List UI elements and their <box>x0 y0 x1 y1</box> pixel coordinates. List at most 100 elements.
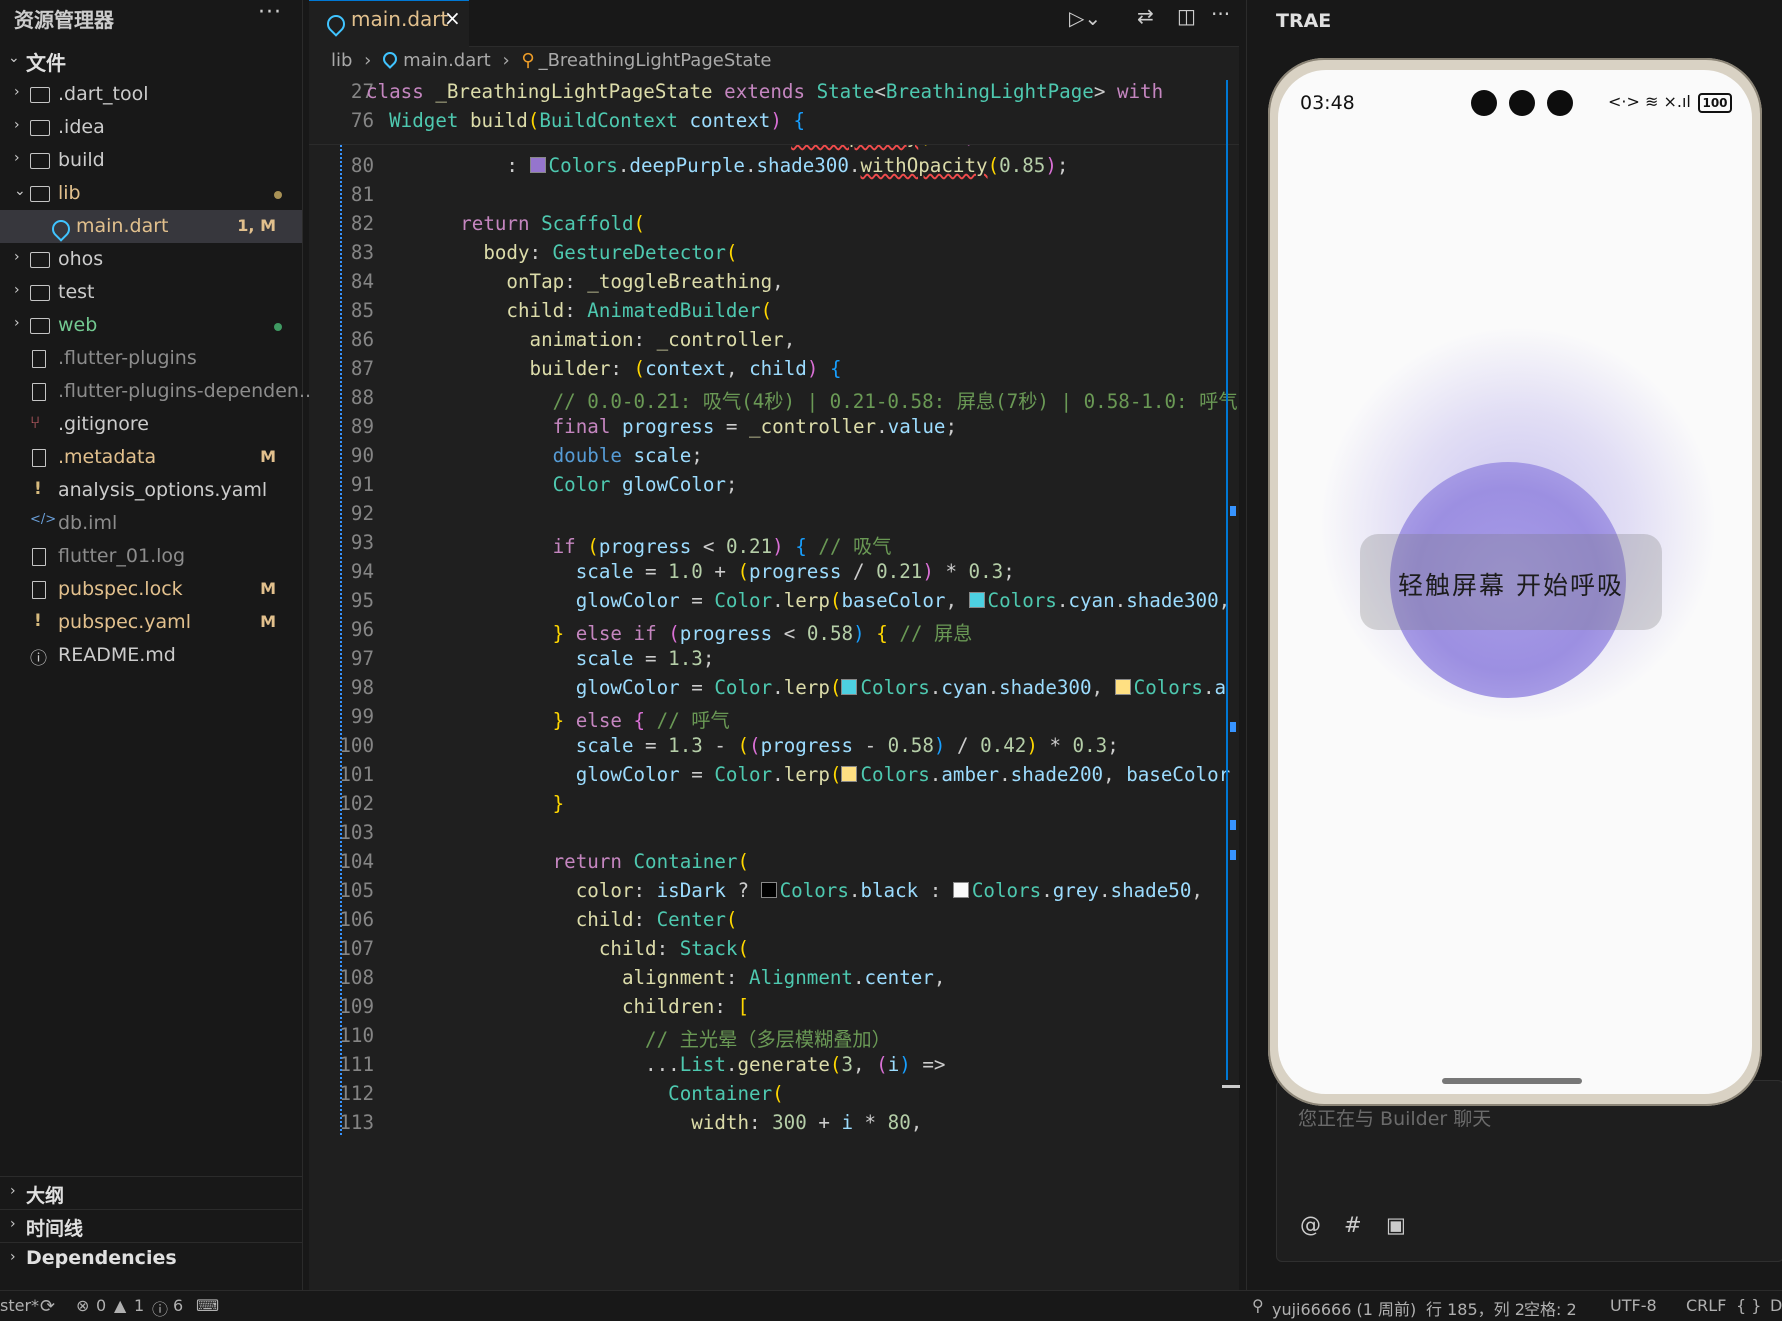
code-line[interactable]: // 0.0-0.21: 吸气(4秒) | 0.21-0.58: 屏息(7秒) … <box>414 386 1238 414</box>
code-line[interactable]: color: isDark ? Colors.black : Colors.gr… <box>414 879 1203 902</box>
scroll-thumb[interactable] <box>1222 1085 1240 1088</box>
color-swatch-icon[interactable] <box>760 882 777 898</box>
sync-icon[interactable]: ⟳ <box>40 1296 55 1317</box>
mention-icon[interactable]: @ <box>1300 1213 1321 1237</box>
color-swatch-icon[interactable] <box>968 592 985 608</box>
files-section-header[interactable]: ⌄ 文件 <box>0 44 302 75</box>
code-line[interactable]: scale = 1.0 + (progress / 0.21) * 0.3; <box>414 560 1015 583</box>
code-line[interactable]: // 主光晕（多层模糊叠加） <box>414 1024 891 1052</box>
tree-item[interactable]: ⌄ lib <box>0 177 302 210</box>
code-line[interactable]: : Colors.deepPurple.shade300.withOpacity… <box>414 154 1068 177</box>
tree-item[interactable]: .metadata M <box>0 441 302 474</box>
code-line[interactable]: scale = 1.3 - ((progress - 0.58) / 0.42)… <box>414 734 1119 757</box>
sticky-code-line[interactable]: class _BreathingLightPageState extends S… <box>366 80 1163 103</box>
tree-item[interactable]: › .dart_tool <box>0 78 302 111</box>
chat-input-placeholder[interactable]: 您正在与 Builder 聊天 <box>1298 1104 1491 1131</box>
code-line[interactable]: children: [ <box>414 995 749 1018</box>
tree-item[interactable]: .flutter-plugins <box>0 342 302 375</box>
keyboard-icon[interactable]: ⌨ <box>196 1296 219 1315</box>
tab-main-dart[interactable]: main.dart × <box>309 0 469 47</box>
code-line[interactable]: } else if (progress < 0.58) { // 屏息 <box>414 618 973 646</box>
code-line[interactable]: child: Stack( <box>414 937 749 960</box>
tab-label: main.dart <box>351 7 449 31</box>
split-editor-icon[interactable]: ◫ <box>1177 4 1196 28</box>
color-swatch-icon[interactable] <box>841 766 858 782</box>
code-line[interactable]: builder: (context, child) { <box>414 357 842 380</box>
code-line[interactable]: alignment: Alignment.center, <box>414 966 945 989</box>
modified-dot <box>274 191 282 199</box>
code-line[interactable]: if (progress < 0.21) { // 吸气 <box>414 531 892 559</box>
more-actions-icon[interactable]: ··· <box>1211 2 1230 26</box>
code-line[interactable]: child: AnimatedBuilder( <box>414 299 772 322</box>
tree-item[interactable]: flutter_01.log <box>0 540 302 573</box>
code-line[interactable]: return Scaffold( <box>414 212 645 235</box>
tree-item[interactable]: ⓘ README.md <box>0 639 302 672</box>
status-tail[interactable]: D <box>1770 1296 1782 1315</box>
explorer-title: 资源管理器 <box>14 8 114 32</box>
code-line[interactable]: scale = 1.3; <box>414 647 715 670</box>
tree-item[interactable]: ! analysis_options.yaml <box>0 474 302 507</box>
info-icon[interactable]: ⓘ <box>152 1296 168 1320</box>
code-line[interactable]: body: GestureDetector( <box>414 241 737 264</box>
code-line[interactable]: glowColor = Color.lerp(baseColor, Colors… <box>414 589 1230 612</box>
code-line[interactable]: width: 300 + i * 80, <box>414 1111 922 1134</box>
warning-icon[interactable]: ▲ <box>114 1296 126 1315</box>
more-actions-icon[interactable]: ··· <box>258 0 282 25</box>
breadcrumb-file[interactable]: main.dart <box>403 50 491 71</box>
tree-item-label: lib <box>58 182 81 204</box>
tree-item[interactable]: ⑂ .gitignore <box>0 408 302 441</box>
error-count[interactable]: 0 <box>96 1296 106 1315</box>
run-icon[interactable]: ▷⌄ <box>1069 6 1101 30</box>
code-line[interactable]: double scale; <box>414 444 703 467</box>
tree-item[interactable]: </> db.iml <box>0 507 302 540</box>
code-line[interactable]: glowColor = Color.lerp(Colors.amber.shad… <box>414 763 1230 786</box>
code-line[interactable]: onTap: _toggleBreathing, <box>414 270 783 293</box>
tree-item[interactable]: › ohos <box>0 243 302 276</box>
git-branch[interactable]: ster* <box>0 1296 39 1315</box>
tree-item[interactable]: › .idea <box>0 111 302 144</box>
hash-icon[interactable]: # <box>1344 1213 1362 1237</box>
code-line[interactable]: child: Center( <box>414 908 738 931</box>
image-icon[interactable]: ▣ <box>1386 1213 1406 1237</box>
close-icon[interactable]: × <box>444 6 461 30</box>
code-line[interactable]: glowColor = Color.lerp(Colors.cyan.shade… <box>414 676 1226 699</box>
color-swatch-icon[interactable] <box>841 679 858 695</box>
breadcrumb-symbol[interactable]: _BreathingLightPageState <box>539 50 772 71</box>
git-blame[interactable]: yuji66666 (1 周前) <box>1272 1296 1416 1320</box>
section-dependencies[interactable]: › Dependencies <box>0 1242 302 1275</box>
code-editor[interactable]: 79 ? Colors.blue.shade200.withOpacity(0.… <box>309 80 1239 1290</box>
section-outline[interactable]: › 大纲 <box>0 1176 302 1209</box>
tree-item[interactable]: pubspec.lock M <box>0 573 302 606</box>
warning-count[interactable]: 1 <box>134 1296 144 1315</box>
breadcrumb-lib[interactable]: lib <box>331 50 352 71</box>
color-swatch-icon[interactable] <box>1114 679 1131 695</box>
tree-item[interactable]: main.dart 1, M <box>0 210 302 243</box>
indent-spaces[interactable]: 空格: 2 <box>1524 1296 1577 1320</box>
section-timeline[interactable]: › 时间线 <box>0 1209 302 1242</box>
compare-icon[interactable]: ⇄ <box>1137 4 1154 28</box>
code-line[interactable]: animation: _controller, <box>414 328 796 351</box>
tree-item[interactable]: › web <box>0 309 302 342</box>
tree-item[interactable]: ! pubspec.yaml M <box>0 606 302 639</box>
cursor-position[interactable]: 行 185，列 2 <box>1426 1296 1525 1320</box>
color-swatch-icon[interactable] <box>529 157 546 173</box>
sticky-scroll-header[interactable]: 27 class _BreathingLightPageState extends… <box>309 80 1239 145</box>
code-line[interactable]: final progress = _controller.value; <box>414 415 957 438</box>
tree-item[interactable]: › test <box>0 276 302 309</box>
sticky-code-line[interactable]: Widget build(BuildContext context) { <box>366 109 805 132</box>
code-line[interactable]: ...List.generate(3, (i) => <box>414 1053 945 1076</box>
editor-scrollbar[interactable] <box>1226 80 1228 1080</box>
file-encoding[interactable]: UTF-8 <box>1610 1296 1657 1315</box>
code-line[interactable]: } <box>414 792 565 815</box>
error-icon[interactable]: ⊗ <box>76 1296 89 1315</box>
code-line[interactable]: Container( <box>414 1082 784 1105</box>
info-count[interactable]: 6 <box>173 1296 183 1315</box>
language-mode[interactable]: { } <box>1736 1296 1761 1315</box>
code-line[interactable]: Color glowColor; <box>414 473 738 496</box>
color-swatch-icon[interactable] <box>952 882 969 898</box>
tree-item[interactable]: .flutter-plugins-dependen... <box>0 375 317 408</box>
end-of-line[interactable]: CRLF <box>1686 1296 1726 1315</box>
tree-item[interactable]: › build <box>0 144 302 177</box>
code-line[interactable]: return Container( <box>414 850 749 873</box>
code-line[interactable]: } else { // 呼气 <box>414 705 730 733</box>
